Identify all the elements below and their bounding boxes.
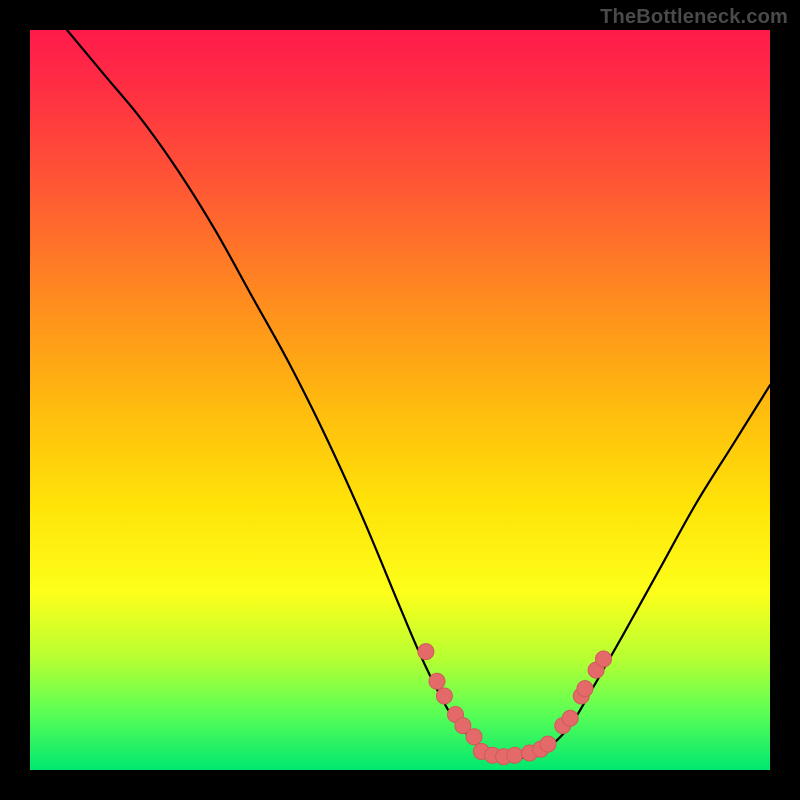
plot-area [30, 30, 770, 770]
curve-marker [507, 747, 523, 763]
curve-marker [562, 710, 578, 726]
curve-markers [418, 644, 612, 765]
curve-marker [429, 673, 445, 689]
curve-marker [577, 681, 593, 697]
curve-marker [540, 736, 556, 752]
curve-marker [418, 644, 434, 660]
curve-marker [466, 729, 482, 745]
watermark-text: TheBottleneck.com [600, 6, 788, 29]
curve-svg [30, 30, 770, 770]
curve-marker [596, 651, 612, 667]
curve-marker [436, 688, 452, 704]
chart-stage: TheBottleneck.com [0, 0, 800, 800]
